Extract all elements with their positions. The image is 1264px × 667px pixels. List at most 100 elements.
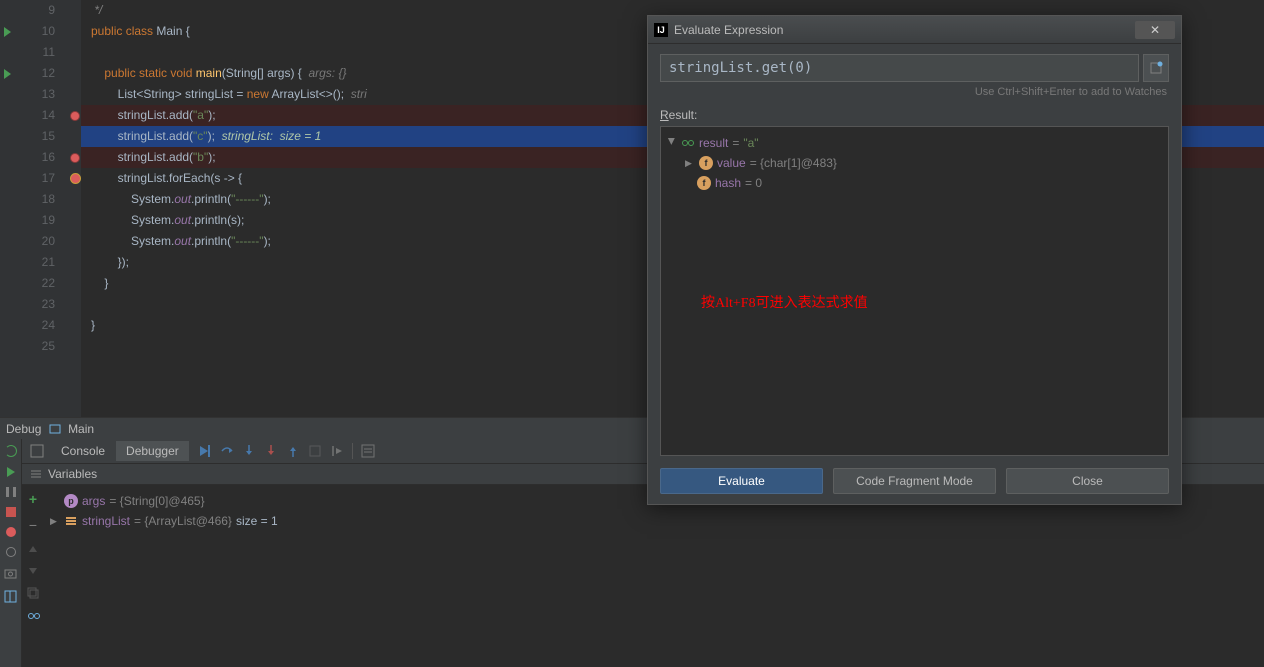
history-icon[interactable] (1143, 54, 1169, 82)
code-text: List<String> stringList = (118, 87, 247, 101)
code-text: System. (131, 234, 174, 248)
param-icon: p (64, 494, 78, 508)
expand-icon[interactable]: ▶ (662, 138, 682, 148)
result-row[interactable]: ▶ result = "a" (667, 133, 1162, 153)
expand-icon[interactable]: ▶ (685, 153, 695, 173)
code-text: "b" (193, 150, 208, 164)
drop-frame-icon[interactable] (308, 444, 322, 458)
dialog-body: Use Ctrl+Shift+Enter to add to Watches R… (648, 44, 1181, 504)
expand-icon[interactable]: ▶ (50, 511, 60, 531)
watch-result-icon (681, 136, 695, 150)
result-row[interactable]: f hash = 0 (667, 173, 1162, 193)
code-text: .println( (191, 192, 231, 206)
variable-size: size = 1 (236, 511, 278, 531)
annotation-text: 按Alt+F8可进入表达式求值 (701, 292, 868, 312)
evaluate-expression-icon[interactable] (361, 444, 375, 458)
code-text: "------" (231, 234, 264, 248)
code-text: stringList.forEach(s -> { (118, 171, 242, 185)
variables-list[interactable]: p args = {String[0]@465} ▶ stringList = … (44, 485, 1264, 667)
dialog-titlebar[interactable]: IJ Evaluate Expression ✕ (648, 16, 1181, 44)
close-icon[interactable]: ✕ (1135, 21, 1175, 39)
code-text: } (91, 318, 95, 332)
tab-console[interactable]: Console (51, 441, 115, 461)
breakpoint-conditional-icon[interactable] (70, 173, 81, 184)
debug-config-icon (49, 423, 61, 435)
view-breakpoints-icon[interactable] (6, 527, 16, 537)
mute-breakpoints-icon[interactable] (6, 547, 16, 557)
code-text: out (174, 234, 191, 248)
inlay-hint: args: {} (302, 66, 347, 80)
result-row[interactable]: ▶ f value = {char[1]@483} (667, 153, 1162, 173)
code-fragment-mode-button[interactable]: Code Fragment Mode (833, 468, 996, 494)
variable-row[interactable]: ▶ stringList = {ArrayList@466} size = 1 (50, 511, 1258, 531)
result-tree[interactable]: ▶ result = "a" ▶ f value = {char[1]@483}… (660, 126, 1169, 456)
code-text: */ (94, 3, 102, 17)
inlay-hint: stri (344, 87, 367, 101)
rerun-icon[interactable] (5, 445, 17, 457)
line-numbers: 9101112 13141516 17181920 21222324 25 (14, 0, 69, 417)
code-text: ); (264, 192, 271, 206)
variable-name: args (82, 491, 105, 511)
result-label: Result: (660, 108, 1169, 122)
remove-watch-icon[interactable]: − (29, 517, 37, 533)
layout-icon[interactable] (4, 590, 17, 603)
code-text: stringList.add( (118, 108, 193, 122)
tab-debugger[interactable]: Debugger (116, 441, 189, 461)
breakpoint-gutter[interactable] (69, 0, 81, 417)
code-text: .println( (191, 234, 231, 248)
stop-icon[interactable] (6, 507, 16, 517)
up-icon[interactable] (27, 543, 39, 555)
result-value: = {char[1]@483} (750, 153, 837, 173)
variable-value: = {String[0]@465} (109, 491, 204, 511)
evaluate-expression-dialog: IJ Evaluate Expression ✕ Use Ctrl+Shift+… (647, 15, 1182, 505)
step-out-icon[interactable] (286, 444, 300, 458)
breakpoint-icon[interactable] (70, 153, 80, 163)
field-icon: f (697, 176, 711, 190)
show-execution-point-icon[interactable] (198, 444, 212, 458)
variables-body: + − p args = {String[0]@465} ▶ stringLis… (22, 485, 1264, 667)
code-text: ArrayList<>(); (271, 87, 344, 101)
code-text: System. (131, 192, 174, 206)
camera-icon[interactable] (4, 567, 17, 580)
breadcrumb-label: Debug (6, 422, 41, 436)
code-text: "a" (193, 108, 208, 122)
resume-icon[interactable] (7, 467, 15, 477)
code-text: ); (264, 234, 271, 248)
pause-icon[interactable] (6, 487, 16, 497)
intellij-icon: IJ (654, 23, 668, 37)
new-watch-icon[interactable]: + (29, 491, 37, 507)
code-text: public class (91, 24, 156, 38)
dialog-hint: Use Ctrl+Shift+Enter to add to Watches (660, 82, 1169, 108)
step-toolbar (190, 443, 383, 459)
breadcrumb-target: Main (68, 422, 94, 436)
run-to-cursor-icon[interactable] (330, 444, 344, 458)
result-name: value (717, 153, 746, 173)
step-over-icon[interactable] (220, 444, 234, 458)
evaluate-button[interactable]: Evaluate (660, 468, 823, 494)
force-step-into-icon[interactable] (264, 444, 278, 458)
run-method-icon[interactable] (4, 69, 11, 79)
result-name: result (699, 133, 728, 153)
restore-layout-icon[interactable] (30, 444, 44, 458)
copy-icon[interactable] (27, 587, 39, 599)
expression-input[interactable] (660, 54, 1139, 82)
code-text: "------" (231, 192, 264, 206)
variables-icon (30, 468, 42, 480)
field-icon: f (699, 156, 713, 170)
object-icon (64, 514, 78, 528)
variables-toolbar: + − (22, 485, 44, 667)
breakpoint-icon[interactable] (70, 111, 80, 121)
glasses-icon[interactable] (27, 609, 40, 622)
result-value: "a" (743, 133, 758, 153)
code-text: .println(s); (191, 213, 244, 227)
variable-name: stringList (82, 511, 130, 531)
tab-label: Console (61, 444, 105, 458)
code-text: public static void (104, 66, 195, 80)
close-button[interactable]: Close (1006, 468, 1169, 494)
step-into-icon[interactable] (242, 444, 256, 458)
dialog-title: Evaluate Expression (674, 23, 783, 37)
down-icon[interactable] (27, 565, 39, 577)
code-text: "c" (193, 129, 208, 143)
run-class-icon[interactable] (4, 27, 11, 37)
code-text: }); (118, 255, 129, 269)
